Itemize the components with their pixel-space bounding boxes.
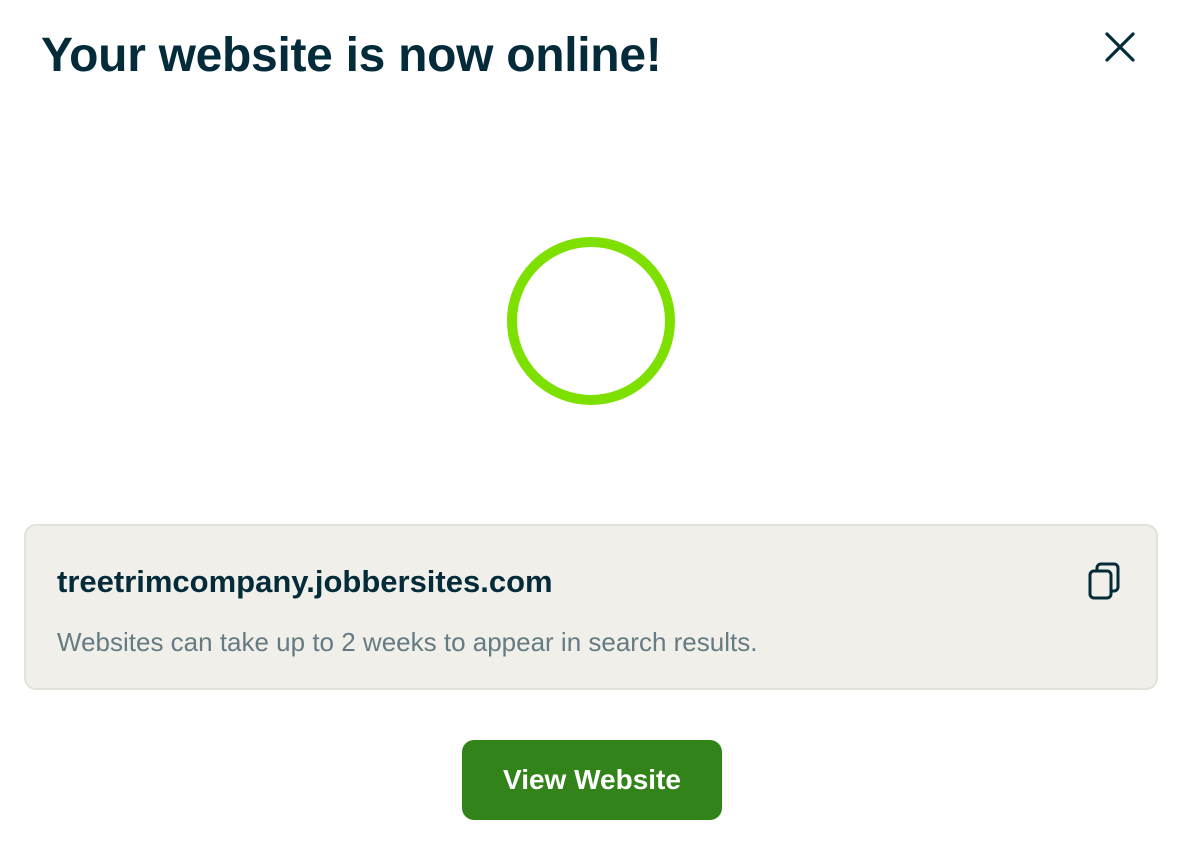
copy-url-button[interactable]	[1082, 560, 1128, 606]
close-icon	[1103, 30, 1137, 67]
website-online-dialog: Your website is now online! treetrimcomp…	[0, 0, 1186, 848]
view-website-button[interactable]: View Website	[462, 740, 722, 820]
website-url: treetrimcompany.jobbersites.com	[57, 564, 553, 599]
loading-spinner-icon	[505, 235, 677, 407]
dialog-title: Your website is now online!	[41, 29, 662, 82]
website-url-card: treetrimcompany.jobbersites.com Websites…	[24, 524, 1158, 690]
search-results-note: Websites can take up to 2 weeks to appea…	[57, 627, 758, 657]
close-button[interactable]	[1096, 24, 1144, 72]
copy-icon	[1085, 560, 1125, 607]
